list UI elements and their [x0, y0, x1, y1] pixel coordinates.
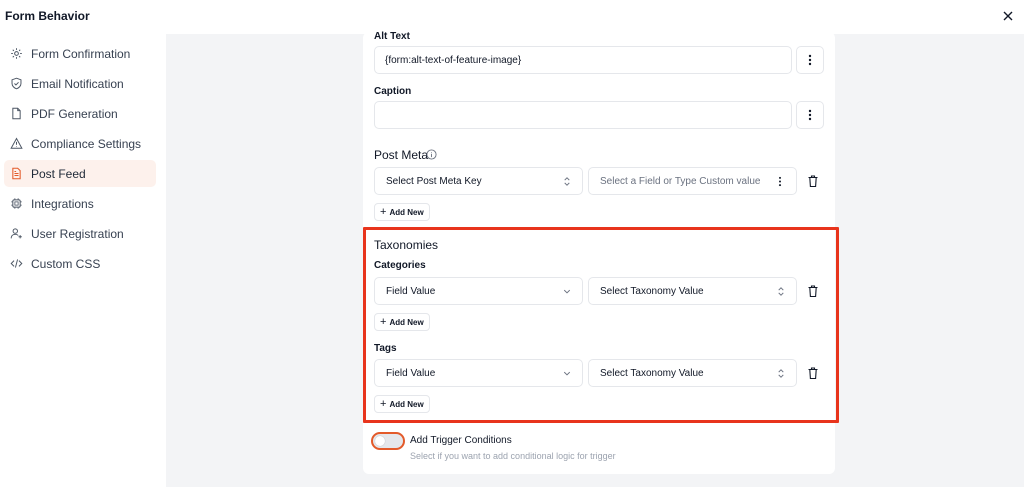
- trash-icon[interactable]: [806, 174, 820, 188]
- categories-add-new-button[interactable]: + Add New: [374, 313, 430, 331]
- chevron-up-down-icon: [778, 369, 784, 378]
- trigger-conditions-toggle[interactable]: [371, 432, 405, 450]
- sidebar-item-label: Compliance Settings: [31, 136, 142, 151]
- sidebar-item-form-confirmation[interactable]: Form Confirmation: [4, 40, 156, 67]
- sidebar-item-label: Integrations: [31, 196, 94, 211]
- code-icon: [10, 259, 23, 268]
- trash-icon[interactable]: [806, 284, 820, 298]
- categories-source-select[interactable]: Field Value: [374, 277, 583, 305]
- user-plus-icon: [10, 228, 22, 239]
- sidebar-item-email-notification[interactable]: Email Notification: [4, 70, 156, 97]
- plus-icon: +: [380, 316, 387, 328]
- taxonomies-highlight-box: [363, 227, 839, 423]
- categories-source-value: Field Value: [386, 285, 436, 297]
- sidebar-item-custom-css[interactable]: Custom CSS: [4, 250, 156, 277]
- sidebar-item-label: PDF Generation: [31, 106, 118, 121]
- post-meta-key-placeholder: Select Post Meta Key: [386, 175, 482, 187]
- tags-taxonomy-select[interactable]: Select Taxonomy Value: [588, 359, 797, 387]
- kebab-icon: [808, 54, 812, 66]
- modal-title: Form Behavior: [5, 9, 90, 23]
- add-new-label: Add New: [389, 317, 424, 327]
- info-icon[interactable]: [426, 149, 437, 160]
- kebab-icon[interactable]: [778, 176, 782, 187]
- sidebar-item-pdf-generation[interactable]: PDF Generation: [4, 100, 156, 127]
- shield-icon: [11, 77, 22, 90]
- sidebar: Form Confirmation Email Notification PDF…: [0, 34, 166, 487]
- add-new-label: Add New: [389, 207, 424, 217]
- categories-label: Categories: [374, 260, 426, 271]
- trash-icon[interactable]: [806, 366, 820, 380]
- tags-source-value: Field Value: [386, 367, 436, 379]
- categories-taxonomy-select[interactable]: Select Taxonomy Value: [588, 277, 797, 305]
- file-icon: [12, 107, 21, 120]
- trigger-conditions-label: Add Trigger Conditions: [410, 435, 512, 446]
- post-meta-value-input[interactable]: Select a Field or Type Custom value: [588, 167, 797, 195]
- post-meta-add-new-button[interactable]: + Add New: [374, 203, 430, 221]
- sidebar-item-integrations[interactable]: Integrations: [4, 190, 156, 217]
- post-meta-value-placeholder: Select a Field or Type Custom value: [600, 175, 761, 187]
- modal-header: Form Behavior: [0, 0, 1024, 34]
- plus-icon: +: [380, 398, 387, 410]
- caption-input[interactable]: [374, 101, 792, 129]
- caption-label: Caption: [374, 86, 412, 97]
- sidebar-item-label: Email Notification: [31, 76, 124, 91]
- alt-text-input[interactable]: {form:alt-text-of-feature-image}: [374, 46, 792, 74]
- tags-source-select[interactable]: Field Value: [374, 359, 583, 387]
- chip-icon: [11, 198, 22, 209]
- tags-add-new-button[interactable]: + Add New: [374, 395, 430, 413]
- tags-taxonomy-placeholder: Select Taxonomy Value: [600, 367, 704, 379]
- taxonomies-title: Taxonomies: [374, 238, 439, 252]
- chevron-up-down-icon: [778, 287, 784, 296]
- alt-text-options-button[interactable]: [796, 46, 824, 74]
- alt-text-label: Alt Text: [374, 31, 410, 42]
- kebab-icon: [808, 109, 812, 121]
- gear-icon: [11, 48, 22, 59]
- sidebar-item-post-feed[interactable]: Post Feed: [4, 160, 156, 187]
- sidebar-item-label: User Registration: [31, 226, 124, 241]
- caption-options-button[interactable]: [796, 101, 824, 129]
- document-icon: [12, 167, 21, 180]
- chevron-down-icon: [563, 371, 571, 376]
- warning-icon: [10, 137, 23, 149]
- sidebar-item-label: Post Feed: [31, 166, 86, 181]
- add-new-label: Add New: [389, 399, 424, 409]
- post-meta-title: Post Meta: [374, 148, 429, 162]
- toggle-knob: [375, 436, 385, 446]
- sidebar-item-user-registration[interactable]: User Registration: [4, 220, 156, 247]
- plus-icon: +: [380, 206, 387, 218]
- sidebar-item-label: Form Confirmation: [31, 46, 131, 61]
- close-icon[interactable]: [1000, 8, 1016, 24]
- tags-label: Tags: [374, 343, 397, 354]
- chevron-up-down-icon: [564, 177, 570, 186]
- sidebar-item-label: Custom CSS: [31, 256, 101, 271]
- trigger-conditions-description: Select if you want to add conditional lo…: [410, 451, 616, 461]
- post-meta-key-select[interactable]: Select Post Meta Key: [374, 167, 583, 195]
- sidebar-item-compliance-settings[interactable]: Compliance Settings: [4, 130, 156, 157]
- categories-taxonomy-placeholder: Select Taxonomy Value: [600, 285, 704, 297]
- chevron-down-icon: [563, 289, 571, 294]
